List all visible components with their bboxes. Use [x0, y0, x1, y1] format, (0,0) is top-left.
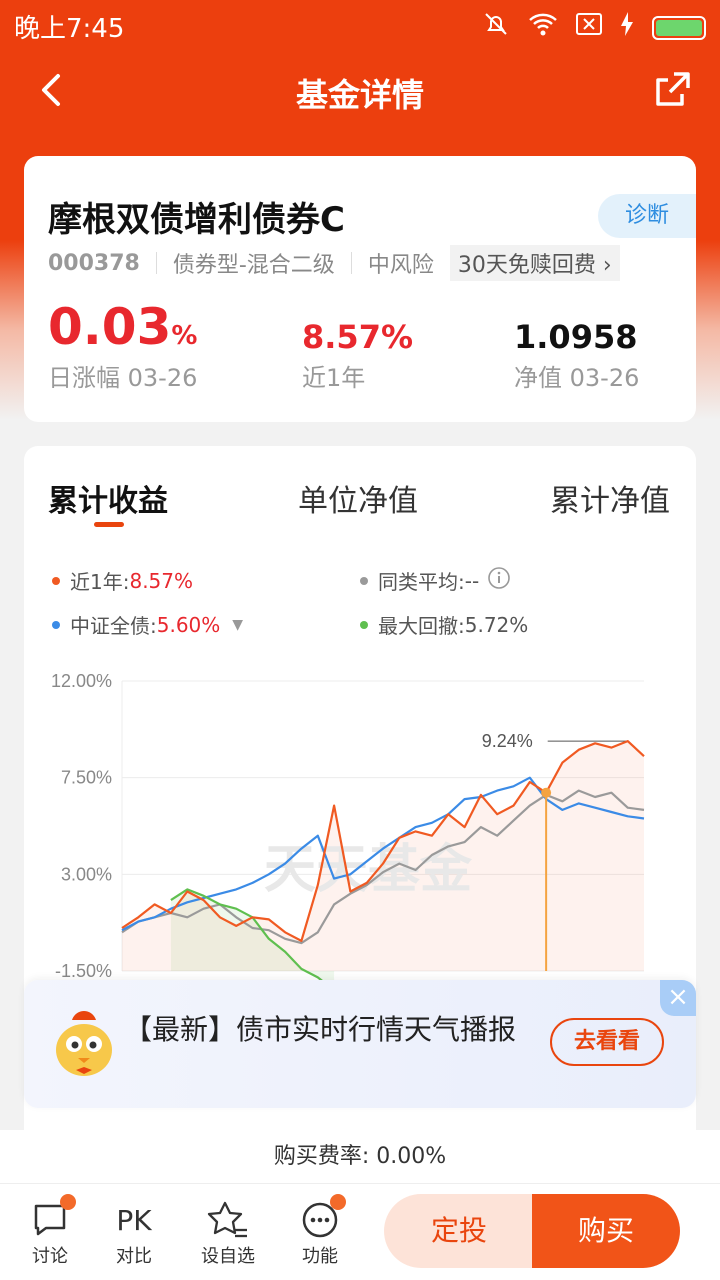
promo-tag[interactable]: 30天免赎回费 ›	[449, 245, 620, 281]
tab-underline	[94, 522, 124, 527]
legend-fund: 近1年: 8.57%	[52, 566, 193, 595]
y-tick-label: 12.00%	[51, 671, 112, 691]
tab-cumulative-nav[interactable]: 累计净值	[550, 476, 670, 520]
star-icon	[207, 1201, 247, 1238]
year-return-label: 近1年	[302, 364, 366, 392]
legend-drawdown-label: 最大回撤:	[378, 614, 465, 638]
discuss-button[interactable]: 讨论	[10, 1194, 90, 1268]
fund-name: 摩根双债增利债券C	[48, 200, 345, 240]
max-value-label: 9.24%	[482, 731, 533, 751]
view-now-button[interactable]: 去看看	[550, 1018, 664, 1066]
status-time: 晚上7:45	[14, 14, 125, 44]
legend-index-label: 中证全债:	[70, 614, 157, 638]
compare-label: 对比	[116, 1246, 152, 1267]
year-return-stat: 8.57% 近1年	[302, 318, 413, 393]
add-watchlist-label: 设自选	[201, 1246, 255, 1267]
functions-label: 功能	[302, 1246, 338, 1267]
pk-icon: PK	[116, 1203, 152, 1237]
legend-fund-value: 8.57%	[129, 568, 194, 593]
y-tick-label: 7.50%	[61, 768, 112, 788]
nav-bar: 基金详情	[0, 56, 720, 126]
nav-stat: 1.0958 净值 03-26	[514, 318, 639, 393]
wifi-icon	[528, 11, 558, 44]
share-icon[interactable]	[652, 70, 692, 110]
legend-dot	[52, 576, 60, 585]
legend-peer-label: 同类平均:	[378, 570, 465, 594]
purchase-fee: 购买费率: 0.00%	[0, 1130, 720, 1184]
mascot-icon	[52, 1006, 116, 1084]
page-title: 基金详情	[295, 76, 424, 114]
year-return-value: 8.57%	[302, 318, 414, 356]
compare-button[interactable]: PK 对比	[94, 1198, 174, 1268]
notification-badge	[330, 1194, 346, 1210]
charging-icon	[620, 12, 634, 43]
tab-unit-nav[interactable]: 单位净值	[298, 476, 418, 520]
info-icon[interactable]	[487, 566, 511, 595]
add-watchlist-button[interactable]: 设自选	[188, 1198, 268, 1268]
fund-info-card: 摩根双债增利债券C 诊断 000378 债券型-混合二级 中风险 30天免赎回费…	[24, 156, 696, 422]
fund-meta: 000378 债券型-混合二级 中风险 30天免赎回费 ›	[48, 245, 620, 281]
legend-drawdown: 最大回撤: 5.72%	[360, 610, 528, 639]
bottom-bar: 讨论 PK 对比 设自选 功能 定投 购买	[0, 1184, 720, 1280]
legend-peer: 同类平均: --	[360, 566, 511, 595]
fund-type: 债券型-混合二级	[172, 253, 335, 278]
close-banner-icon[interactable]: ×	[660, 980, 696, 1016]
status-bar: 晚上7:45	[0, 0, 720, 50]
daily-change-stat: 0.03% 日涨幅 03-26	[48, 298, 197, 393]
nav-value: 1.0958	[514, 318, 638, 356]
tab-cumulative-return[interactable]: 累计收益	[48, 476, 168, 520]
legend-index-value: 5.60%	[156, 612, 221, 637]
fund-code: 000378	[48, 250, 140, 276]
legend-index[interactable]: 中证全债: 5.60% ▼	[52, 610, 243, 639]
chart-tabs: 累计收益 单位净值 累计净值	[24, 476, 696, 536]
y-tick-label: 3.00%	[61, 864, 112, 884]
diagnose-button[interactable]: 诊断	[598, 194, 696, 238]
divider	[350, 252, 352, 274]
functions-button[interactable]: 功能	[280, 1194, 360, 1268]
sim-icon	[576, 12, 602, 43]
legend-dot	[360, 620, 368, 629]
legend-dot	[52, 620, 60, 629]
notification-badge	[60, 1194, 76, 1210]
fund-risk: 中风险	[367, 253, 434, 278]
divider	[155, 252, 157, 274]
promo-banner[interactable]: 【最新】债市实时行情天气播报 去看看 ×	[24, 980, 696, 1108]
legend-dot	[360, 576, 368, 585]
nav-label: 净值 03-26	[514, 364, 640, 392]
buy-button[interactable]: 购买	[532, 1194, 680, 1268]
mute-icon	[482, 10, 510, 45]
battery-icon	[652, 15, 706, 40]
banner-text: 【最新】债市实时行情天气播报	[124, 1013, 517, 1046]
discuss-label: 讨论	[32, 1246, 68, 1267]
return-chart[interactable]: 9.24% 天天基金 12.00%7.50%3.00%-1.50%	[24, 656, 696, 986]
dropdown-icon[interactable]: ▼	[232, 617, 243, 633]
auto-invest-button[interactable]: 定投	[384, 1194, 534, 1268]
cursor-point	[541, 787, 552, 798]
daily-change-label: 日涨幅 03-26	[48, 364, 198, 392]
daily-change-value: 0.03%	[48, 298, 198, 356]
status-icons	[482, 10, 706, 45]
y-tick-label: -1.50%	[55, 961, 112, 981]
legend-peer-value: --	[464, 568, 480, 593]
legend-fund-label: 近1年:	[70, 570, 130, 594]
legend-drawdown-value: 5.72%	[464, 612, 529, 637]
